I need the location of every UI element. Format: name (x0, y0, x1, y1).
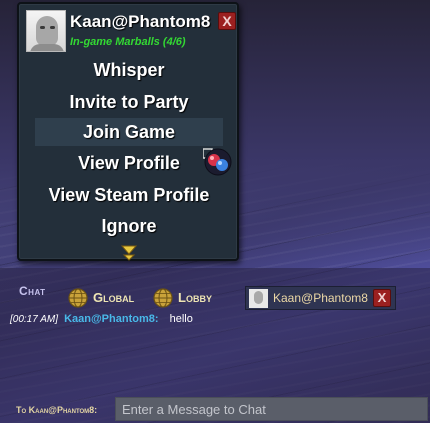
tab-global[interactable]: Global (68, 288, 148, 308)
marbles-cursor-icon (203, 148, 232, 176)
chat-title: Chat (19, 284, 46, 298)
tab-whisper[interactable]: Kaan@Phantom8 X (245, 286, 396, 310)
tab-global-label: Global (93, 290, 135, 305)
close-whisper-tab-button[interactable]: X (373, 289, 391, 307)
globe-icon (68, 288, 88, 308)
menu-item-join-game[interactable]: Join Game (35, 118, 223, 146)
chat-input[interactable] (115, 397, 428, 421)
menu-item-view-profile[interactable]: View Profile (35, 149, 223, 177)
player-context-menu: Kaan@Phantom8 In-game Marballs (4/6) X W… (17, 2, 239, 261)
chat-message: [00:17 AM] Kaan@Phantom8: hello (10, 313, 193, 325)
tab-lobby[interactable]: Lobby (153, 288, 233, 308)
chevron-down-icon[interactable] (119, 242, 139, 262)
tab-lobby-label: Lobby (178, 290, 212, 305)
whisper-recipient-label: To Kaan@Phantom8: (16, 405, 98, 415)
message-timestamp: [00:17 AM] (10, 314, 58, 325)
chat-panel: Chat Global Lobby Kaan@Phantom8 X [00:17… (0, 268, 430, 423)
menu-item-ignore[interactable]: Ignore (35, 212, 223, 240)
message-text: hello (169, 313, 193, 325)
profile-username: Kaan@Phantom8 (70, 12, 211, 31)
whisper-tab-name: Kaan@Phantom8 (273, 291, 368, 305)
menu-item-invite-to-party[interactable]: Invite to Party (35, 88, 223, 116)
message-sender[interactable]: Kaan@Phantom8: (64, 313, 158, 325)
menu-item-view-steam-profile[interactable]: View Steam Profile (35, 181, 223, 209)
avatar (249, 289, 268, 308)
close-menu-button[interactable]: X (218, 12, 236, 30)
globe-icon (153, 288, 173, 308)
avatar (26, 10, 66, 52)
profile-status: In-game Marballs (4/6) (70, 36, 186, 48)
menu-header: Kaan@Phantom8 In-game Marballs (4/6) X (25, 8, 236, 54)
menu-item-whisper[interactable]: Whisper (35, 56, 223, 84)
